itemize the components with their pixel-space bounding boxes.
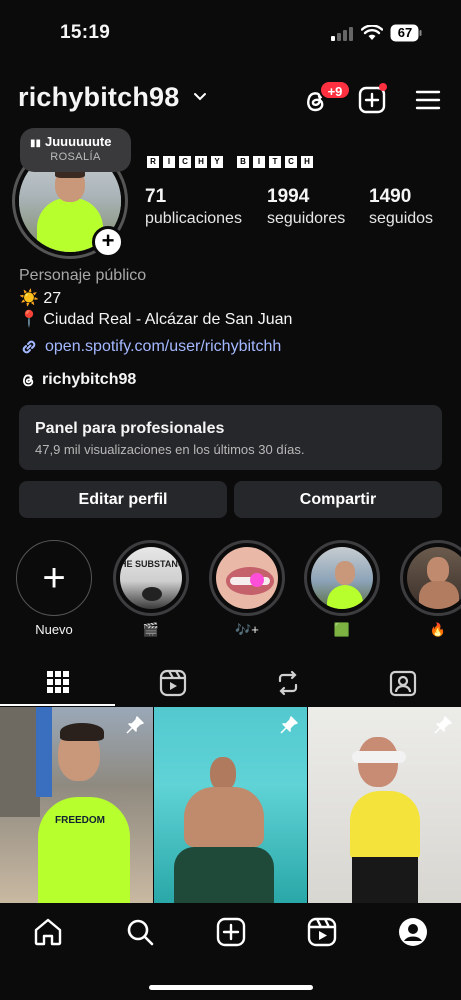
chevron-down-icon[interactable] (193, 90, 207, 104)
post-thumbnail[interactable] (154, 707, 307, 903)
reposts-icon (278, 670, 297, 696)
profile-header: richybitch98 +9 (0, 80, 461, 120)
reels-icon (159, 669, 186, 697)
story-highlight[interactable]: HE SUBSTANCE 🎬 (113, 540, 189, 638)
menu-icon[interactable] (415, 88, 441, 112)
story-label: 🎬 (142, 622, 160, 637)
post-thumbnail[interactable] (308, 707, 461, 903)
professional-dashboard[interactable]: Panel para profesionales 47,9 mil visual… (19, 405, 442, 470)
panel-title: Panel para profesionales (35, 420, 225, 437)
stat-posts[interactable]: 71 publicaciones (145, 186, 242, 228)
share-profile-button[interactable]: Compartir (234, 481, 442, 518)
bio-link[interactable]: open.spotify.com/user/richybitchh (19, 337, 281, 357)
music-note-bubble[interactable]: ▮▮ Juuuuuute ROSALÍA (20, 128, 131, 172)
battery-icon: 67 (390, 24, 422, 42)
note-song-title: Juuuuuute (45, 134, 112, 149)
home-icon[interactable] (33, 917, 63, 947)
story-label: 🎶+ (235, 622, 259, 637)
note-artist: ROSALÍA (50, 151, 101, 163)
profile-category: Personaje público (19, 267, 147, 284)
threads-profile-link[interactable]: richybitch98 (19, 371, 136, 389)
threads-handle: richybitch98 (42, 371, 137, 388)
new-activity-dot (379, 83, 387, 91)
bio-link-text[interactable]: open.spotify.com/user/richybitchh (45, 338, 281, 356)
cellular-signal-icon (331, 27, 353, 41)
story-highlight[interactable]: 🎶+ (209, 540, 285, 638)
equalizer-icon: ▮▮ (30, 138, 42, 149)
tab-reposts[interactable] (230, 660, 345, 706)
wifi-icon (361, 25, 383, 40)
bio-line: 📍 Ciudad Real - Alcázar de San Juan (19, 311, 293, 328)
tab-tagged[interactable] (345, 660, 460, 706)
stat-followers[interactable]: 1994 seguidores (267, 186, 345, 228)
profile-nav-icon[interactable] (398, 917, 428, 947)
home-indicator (149, 985, 313, 990)
posts-grid: FREEDOM (0, 707, 461, 903)
reels-nav-icon[interactable] (307, 917, 337, 947)
story-label: 🟩 (333, 622, 351, 637)
story-highlight[interactable]: 🟩 (304, 540, 380, 638)
notifications-badge[interactable]: +9 (319, 80, 351, 100)
display-name: R I C H Y B I T C H (147, 156, 313, 168)
stat-label: seguidos (369, 210, 434, 227)
pinned-icon (126, 716, 144, 734)
add-story-plus-icon[interactable]: + (92, 226, 124, 258)
status-bar: 15:19 67 (0, 0, 461, 70)
tab-posts[interactable] (0, 660, 115, 706)
tagged-icon (389, 670, 416, 697)
stat-value: 71 (145, 186, 167, 207)
shirt-text: FREEDOM (55, 815, 105, 826)
story-new[interactable]: + Nuevo (16, 540, 92, 637)
post-thumbnail[interactable]: FREEDOM (0, 707, 153, 903)
bottom-navigation (0, 903, 461, 1000)
bio-line: ☀️ 27 (19, 290, 62, 307)
stat-label: seguidores (267, 210, 346, 227)
story-label: Nuevo (35, 622, 73, 637)
link-icon (22, 340, 36, 354)
battery-level: 67 (397, 25, 413, 40)
search-icon[interactable] (125, 917, 155, 947)
panel-subtitle: 47,9 mil visualizaciones en los últimos … (35, 442, 305, 457)
grid-icon (46, 671, 69, 693)
stat-following[interactable]: 1490 seguidos (369, 186, 433, 228)
pinned-icon (280, 716, 298, 734)
edit-profile-button[interactable]: Editar perfil (19, 481, 227, 518)
status-time: 15:19 (60, 22, 111, 43)
username-switcher[interactable]: richybitch98 (18, 82, 179, 113)
story-thumb-text: HE SUBSTANCE (120, 559, 182, 569)
stat-label: publicaciones (145, 210, 242, 227)
stat-value: 1490 (369, 186, 412, 207)
tab-reels[interactable] (115, 660, 230, 706)
create-icon[interactable] (216, 917, 246, 947)
threads-small-icon (23, 374, 34, 387)
pinned-icon (434, 716, 452, 734)
stat-value: 1994 (267, 186, 310, 207)
profile-tabs (0, 660, 461, 706)
story-highlight[interactable]: 🔥 (400, 540, 461, 638)
add-highlight-plus-icon[interactable]: + (16, 540, 92, 616)
story-label: 🔥 (429, 622, 447, 637)
